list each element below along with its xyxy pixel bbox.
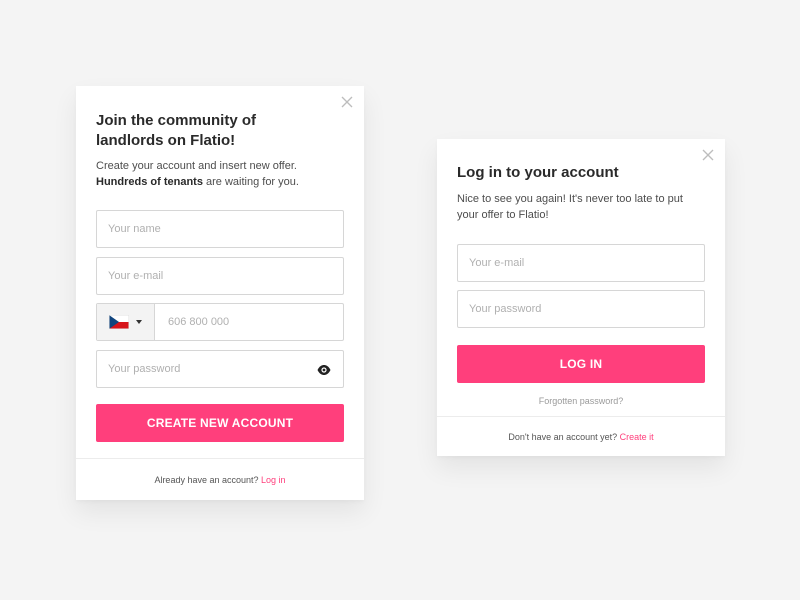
login-link[interactable]: Log in — [261, 475, 286, 485]
signup-description-rest: are waiting for you. — [202, 176, 299, 188]
name-input[interactable] — [97, 211, 343, 247]
forgot-password-link[interactable]: Forgotten password? — [437, 396, 725, 406]
signup-card: Join the community of landlords on Flati… — [76, 86, 364, 500]
login-card: Log in to your account Nice to see you a… — [437, 139, 725, 456]
chevron-down-icon — [136, 320, 142, 324]
email-input[interactable] — [97, 258, 343, 294]
login-email-input[interactable] — [458, 245, 704, 281]
login-password-field — [457, 290, 705, 328]
create-account-button[interactable]: CREATE NEW ACCOUNT — [96, 404, 344, 442]
password-field — [96, 350, 344, 388]
login-button[interactable]: LOG IN — [457, 345, 705, 383]
signup-description: Create your account and insert new offer… — [96, 158, 346, 190]
close-icon[interactable] — [340, 95, 354, 109]
email-field — [96, 257, 344, 295]
login-email-field — [457, 244, 705, 282]
signup-description-line1: Create your account and insert new offer… — [96, 160, 297, 172]
signup-footer: Already have an account? Log in — [76, 458, 364, 500]
password-input[interactable] — [97, 351, 343, 387]
close-icon[interactable] — [701, 148, 715, 162]
login-footer: Don't have an account yet? Create it — [437, 416, 725, 456]
signup-title: Join the community of landlords on Flati… — [96, 112, 257, 149]
signup-footer-text: Already have an account? — [154, 475, 262, 485]
phone-input[interactable] — [155, 304, 343, 340]
login-description: Nice to see you again! It's never too la… — [457, 193, 683, 221]
name-field — [96, 210, 344, 248]
login-footer-text: Don't have an account yet? — [508, 432, 620, 442]
signup-description-bold: Hundreds of tenants — [96, 176, 203, 188]
login-password-input[interactable] — [458, 291, 704, 327]
eye-icon[interactable] — [317, 363, 331, 375]
create-account-link[interactable]: Create it — [620, 432, 654, 442]
czech-republic-flag-icon — [109, 315, 129, 329]
login-title: Log in to your account — [457, 164, 619, 181]
phone-field — [96, 303, 344, 341]
country-code-select[interactable] — [97, 304, 155, 340]
